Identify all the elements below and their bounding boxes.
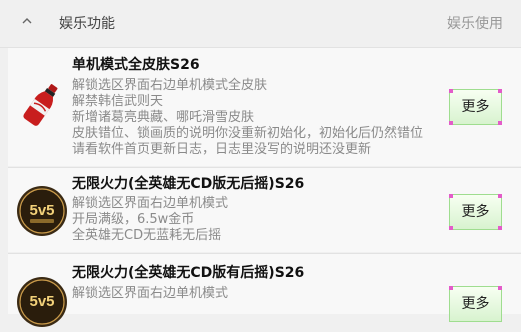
- list-item: 5v5 无限火力(全英雄无CD版无后摇)S26 解锁选区界面右边单机模式 开局满…: [8, 168, 521, 252]
- description-line: 解锁选区界面右边单机模式: [72, 286, 229, 301]
- item-description: 解锁选区界面右边单机模式全皮肤 解禁韩信武则天 新增诸葛亮典藏、哪吒滑雪皮肤 皮…: [72, 78, 423, 158]
- description-line: 新增诸葛亮典藏、哪吒滑雪皮肤: [72, 110, 255, 125]
- more-button-label: 更多: [461, 99, 490, 115]
- description-line: 请看软件首页更新日志，日志里没写的说明还没更新: [72, 142, 372, 157]
- button-corner: [449, 226, 453, 230]
- cola-bottle-icon: [16, 78, 68, 130]
- item-description: 解锁选区界面右边单机模式: [72, 286, 228, 302]
- description-line: 皮肤错位、锁画质的说明你没重新初始化，初始化后仍然错位: [72, 126, 424, 141]
- button-corner: [498, 286, 502, 290]
- button-corner: [449, 89, 453, 93]
- section-right-label: 娱乐使用: [447, 16, 503, 32]
- more-button[interactable]: 更多: [449, 286, 502, 322]
- logo-text: 5v5: [29, 202, 54, 219]
- description-line: 全英雄无CD无蓝耗无后摇: [72, 228, 222, 243]
- button-corner: [449, 286, 453, 290]
- button-corner: [498, 121, 502, 125]
- list-item: 5v5 无限火力(全英雄无CD版有后摇)S26 解锁选区界面右边单机模式 更多: [8, 254, 521, 327]
- more-button[interactable]: 更多: [449, 194, 502, 230]
- list-item: 单机模式全皮肤S26 解锁选区界面右边单机模式全皮肤 解禁韩信武则天 新增诸葛亮…: [8, 48, 521, 166]
- item-title: 无限火力(全英雄无CD版无后摇)S26: [72, 176, 305, 192]
- button-corner: [449, 121, 453, 125]
- description-line: 解锁选区界面右边单机模式全皮肤: [72, 78, 268, 93]
- button-corner: [498, 226, 502, 230]
- more-button[interactable]: 更多: [449, 89, 502, 125]
- section-header[interactable]: 娱乐功能 娱乐使用: [0, 0, 521, 48]
- section-title: 娱乐功能: [59, 16, 115, 32]
- 5v5-logo-icon: 5v5: [16, 276, 68, 328]
- button-corner: [449, 194, 453, 198]
- item-title: 无限火力(全英雄无CD版有后摇)S26: [72, 265, 305, 281]
- description-line: 开局满级，6.5w金币: [72, 212, 195, 227]
- description-line: 解禁韩信武则天: [72, 94, 164, 109]
- 5v5-logo-icon: 5v5: [16, 185, 68, 237]
- item-title: 单机模式全皮肤S26: [72, 57, 200, 73]
- button-corner: [498, 89, 502, 93]
- more-button-label: 更多: [461, 204, 490, 220]
- button-corner: [498, 194, 502, 198]
- chevron-up-icon[interactable]: [20, 14, 34, 28]
- description-line: 解锁选区界面右边单机模式: [72, 196, 229, 211]
- logo-text: 5v5: [29, 293, 54, 310]
- more-button-label: 更多: [461, 296, 490, 312]
- item-description: 解锁选区界面右边单机模式 开局满级，6.5w金币 全英雄无CD无蓝耗无后摇: [72, 196, 228, 244]
